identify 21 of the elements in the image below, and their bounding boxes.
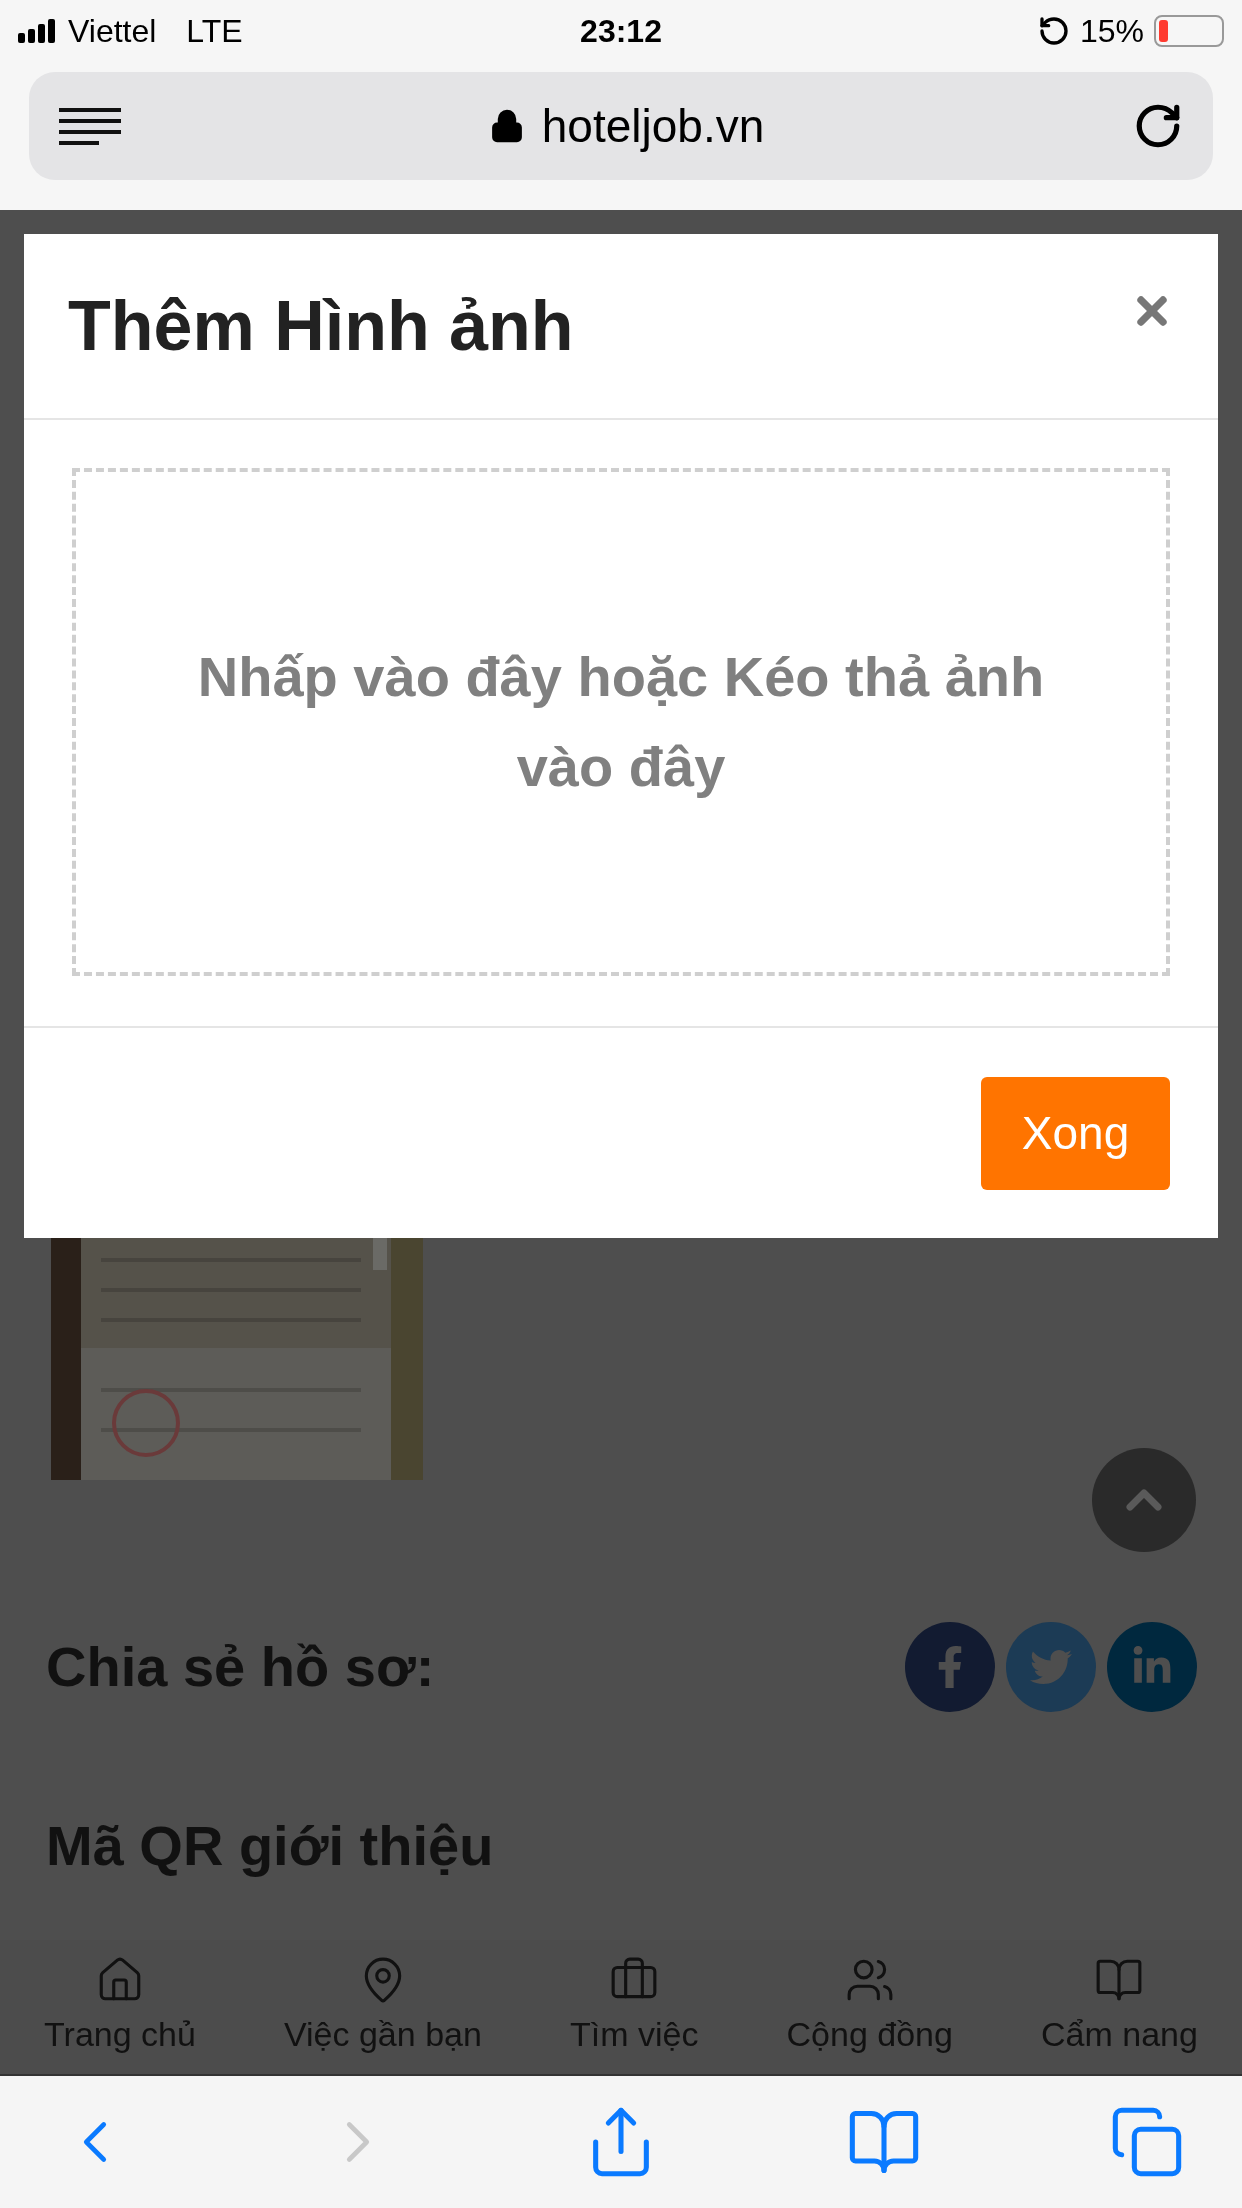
address-bar[interactable]: hoteljob.vn: [29, 72, 1213, 180]
menu-icon[interactable]: [59, 106, 121, 146]
battery-icon: [1154, 15, 1224, 47]
nav-item[interactable]: Tìm việc: [569, 1954, 699, 2060]
network-type: LTE: [186, 12, 243, 51]
lock-icon: [489, 109, 524, 143]
battery-percent: 15%: [1079, 12, 1144, 51]
rotation-lock-icon: [1037, 15, 1070, 47]
modal-title: Thêm Hình ảnh: [68, 285, 574, 367]
nav-item[interactable]: Trang chủ: [44, 1954, 196, 2060]
clock: 23:12: [580, 12, 662, 51]
nav-item[interactable]: Việc gần bạn: [284, 1954, 482, 2060]
url-text: hoteljob.vn: [541, 98, 765, 154]
carrier-name: Viettel: [68, 12, 157, 51]
signal-icon: [18, 19, 58, 43]
share-heading: Chia sẻ hồ sơ:: [46, 1634, 435, 1700]
upload-dropzone[interactable]: Nhấp vào đây hoặc Kéo thả ảnh vào đây: [72, 468, 1170, 976]
done-button[interactable]: Xong: [981, 1076, 1170, 1190]
qr-heading: Mã QR giới thiệu: [46, 1814, 494, 1877]
nav-item[interactable]: Cộng đồng: [786, 1954, 953, 2060]
nav-item[interactable]: Cẩm nang: [1041, 1954, 1198, 2060]
